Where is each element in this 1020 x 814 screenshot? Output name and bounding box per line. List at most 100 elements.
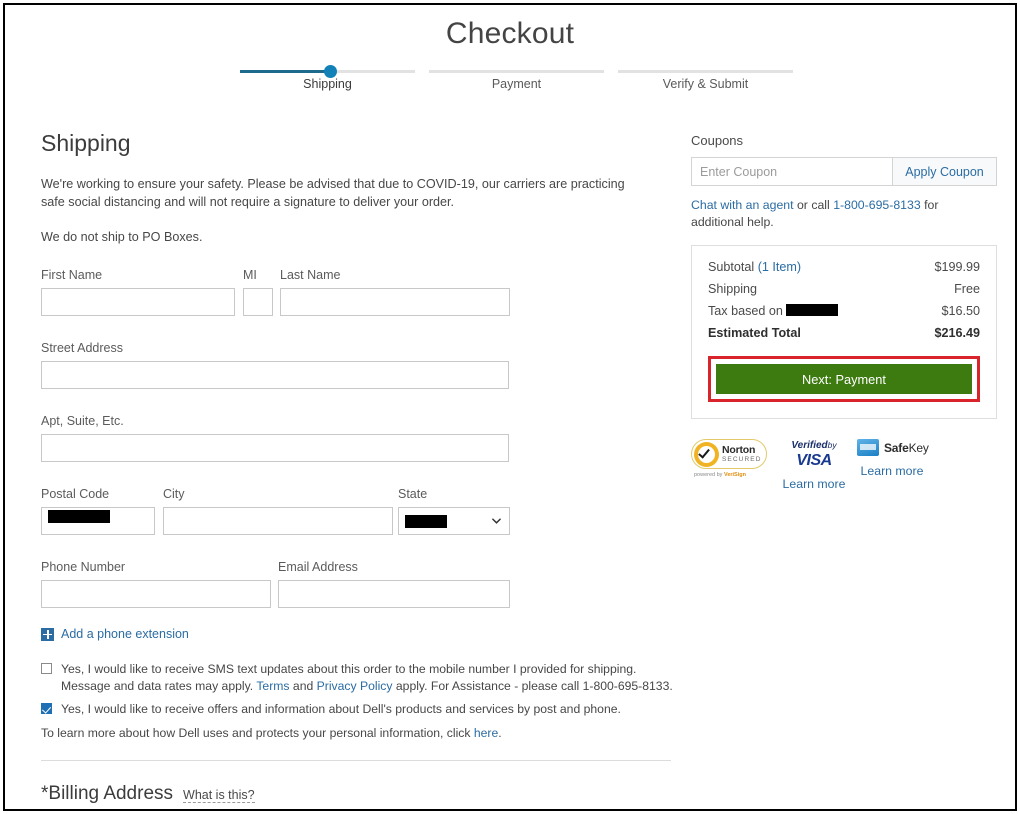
terms-link[interactable]: Terms [256, 679, 289, 693]
street-address-label: Street Address [41, 341, 123, 355]
last-name-label: Last Name [280, 268, 341, 282]
redacted-state-value [405, 514, 447, 528]
city-input[interactable] [163, 507, 393, 535]
mi-input[interactable] [243, 288, 273, 316]
privacy-policy-link[interactable]: Privacy Policy [317, 679, 393, 693]
subtotal-value: $199.99 [934, 260, 980, 274]
apply-coupon-button[interactable]: Apply Coupon [892, 158, 996, 185]
trust-badges: Norton SECURED powered by VeriSign Verif… [691, 439, 997, 511]
redacted-postal-value [48, 510, 110, 523]
street-address-input[interactable] [41, 361, 509, 389]
apt-suite-input[interactable] [41, 434, 509, 462]
visa-verified-bold: Verified [791, 440, 828, 451]
email-address-label: Email Address [278, 560, 358, 574]
privacy-here-link[interactable]: here [474, 726, 498, 740]
chat-with-agent-link[interactable]: Chat with an agent [691, 198, 794, 212]
badge-safekey[interactable]: SafeKey Learn more [857, 439, 939, 479]
street-row: Street Address [41, 341, 676, 397]
visa-learn-more-link[interactable]: Learn more [779, 476, 849, 492]
support-phone-link[interactable]: 1-800-695-8133 [833, 198, 921, 212]
city-label: City [163, 487, 185, 501]
norton-sub: SECURED [722, 456, 762, 463]
tax-label-wrap: Tax based on [708, 304, 838, 318]
section-divider [41, 760, 671, 761]
apt-row: Apt, Suite, Etc. [41, 414, 676, 470]
marketing-consent-checkbox[interactable] [41, 703, 52, 714]
tax-label: Tax based on [708, 304, 783, 318]
norton-secured-icon: Norton SECURED [691, 439, 767, 469]
coupon-input[interactable] [692, 158, 892, 185]
summary-row-tax: Tax based on $16.50 [708, 304, 980, 318]
privacy-note: To learn more about how Dell uses and pr… [41, 726, 676, 740]
visa-verified-text: Verifiedby [779, 439, 849, 452]
page-title: Checkout [445, 17, 575, 50]
redacted-tax-location [785, 304, 838, 316]
step-label-shipping: Shipping [303, 77, 352, 91]
shipping-cost-value: Free [954, 282, 980, 296]
email-address-input[interactable] [278, 580, 510, 608]
shipping-section: Shipping We're working to ensure your sa… [41, 130, 676, 809]
checkout-stepper: Shipping Payment Verify & Submit [240, 63, 793, 101]
step-track [618, 70, 793, 73]
sms-consent-text-3: apply. For Assistance - please call 1-80… [392, 679, 673, 693]
norton-powered-brand: VeriSign [723, 472, 746, 478]
sms-consent-text: Yes, I would like to receive SMS text up… [61, 661, 676, 695]
chat-help-mid: or call [793, 198, 834, 212]
phone-email-row: Phone Number Email Address [41, 560, 676, 612]
shipping-cost-label: Shipping [708, 282, 758, 296]
norton-powered-by: powered by VeriSign [691, 472, 769, 478]
visa-verified-light: by [827, 440, 837, 450]
postal-code-label: Postal Code [41, 487, 110, 501]
safekey-learn-more-link[interactable]: Learn more [857, 463, 927, 479]
phone-number-label: Phone Number [41, 560, 126, 574]
last-name-input[interactable] [280, 288, 510, 316]
state-select[interactable] [398, 507, 510, 535]
norton-word: Norton [722, 444, 756, 456]
sms-consent-checkbox[interactable] [41, 663, 52, 674]
norton-powered-prefix: powered by [694, 472, 724, 478]
shipping-heading: Shipping [41, 130, 131, 156]
marketing-consent-row: Yes, I would like to receive offers and … [41, 701, 676, 718]
sms-consent-row: Yes, I would like to receive SMS text up… [41, 661, 676, 695]
po-box-notice: We do not ship to PO Boxes. [41, 230, 203, 244]
step-label-payment: Payment [491, 77, 542, 91]
safekey-word: SafeKey [884, 441, 929, 455]
plus-icon [41, 627, 54, 641]
chat-help-line: Chat with an agent or call 1-800-695-813… [691, 197, 991, 231]
covid-notice: We're working to ensure your safety. Ple… [41, 177, 625, 209]
add-phone-extension-link[interactable]: Add a phone extension [41, 627, 676, 641]
step-label-verify: Verify & Submit [662, 77, 749, 91]
next-payment-button[interactable]: Next: Payment [716, 364, 972, 394]
billing-address-header: *Billing Address What is this? [41, 783, 676, 805]
subtotal-label: Subtotal [708, 260, 755, 274]
tax-value: $16.50 [941, 304, 980, 318]
first-name-input[interactable] [41, 288, 235, 316]
coupon-row: Apply Coupon [691, 157, 997, 186]
billing-address-title: *Billing Address [41, 783, 174, 804]
badge-verified-by-visa[interactable]: Verifiedby VISA Learn more [779, 439, 849, 492]
safekey-logo: SafeKey [857, 439, 939, 456]
state-label: State [398, 487, 428, 501]
chevron-down-icon [492, 518, 501, 524]
name-row: First Name MI Last Name [41, 268, 676, 324]
screenshot-frame: Checkout Shipping Payment Verify & Submi… [3, 3, 1017, 811]
visa-word: VISA [796, 452, 832, 469]
safekey-word-bold: Safe [884, 440, 909, 455]
privacy-note-text: To learn more about how Dell uses and pr… [41, 726, 474, 740]
what-is-this-link[interactable]: What is this? [183, 788, 255, 803]
phone-number-input[interactable] [41, 580, 271, 608]
privacy-note-suffix: . [498, 726, 502, 740]
add-phone-extension-label: Add a phone extension [61, 627, 189, 641]
order-summary-box: Subtotal (1 Item) $199.99 Shipping Free … [691, 245, 997, 419]
summary-row-subtotal: Subtotal (1 Item) $199.99 [708, 260, 980, 274]
subtotal-label-wrap: Subtotal (1 Item) [708, 260, 801, 274]
postal-code-input[interactable] [41, 507, 155, 535]
safekey-word-light: Key [908, 440, 929, 455]
coupons-title: Coupons [691, 133, 744, 148]
amex-card-icon [857, 439, 879, 456]
subtotal-item-count[interactable]: (1 Item) [758, 260, 801, 274]
badge-norton-secured[interactable]: Norton SECURED powered by VeriSign [691, 439, 769, 478]
step-track-fill [240, 70, 332, 73]
apt-suite-label: Apt, Suite, Etc. [41, 414, 124, 428]
first-name-label: First Name [41, 268, 103, 282]
